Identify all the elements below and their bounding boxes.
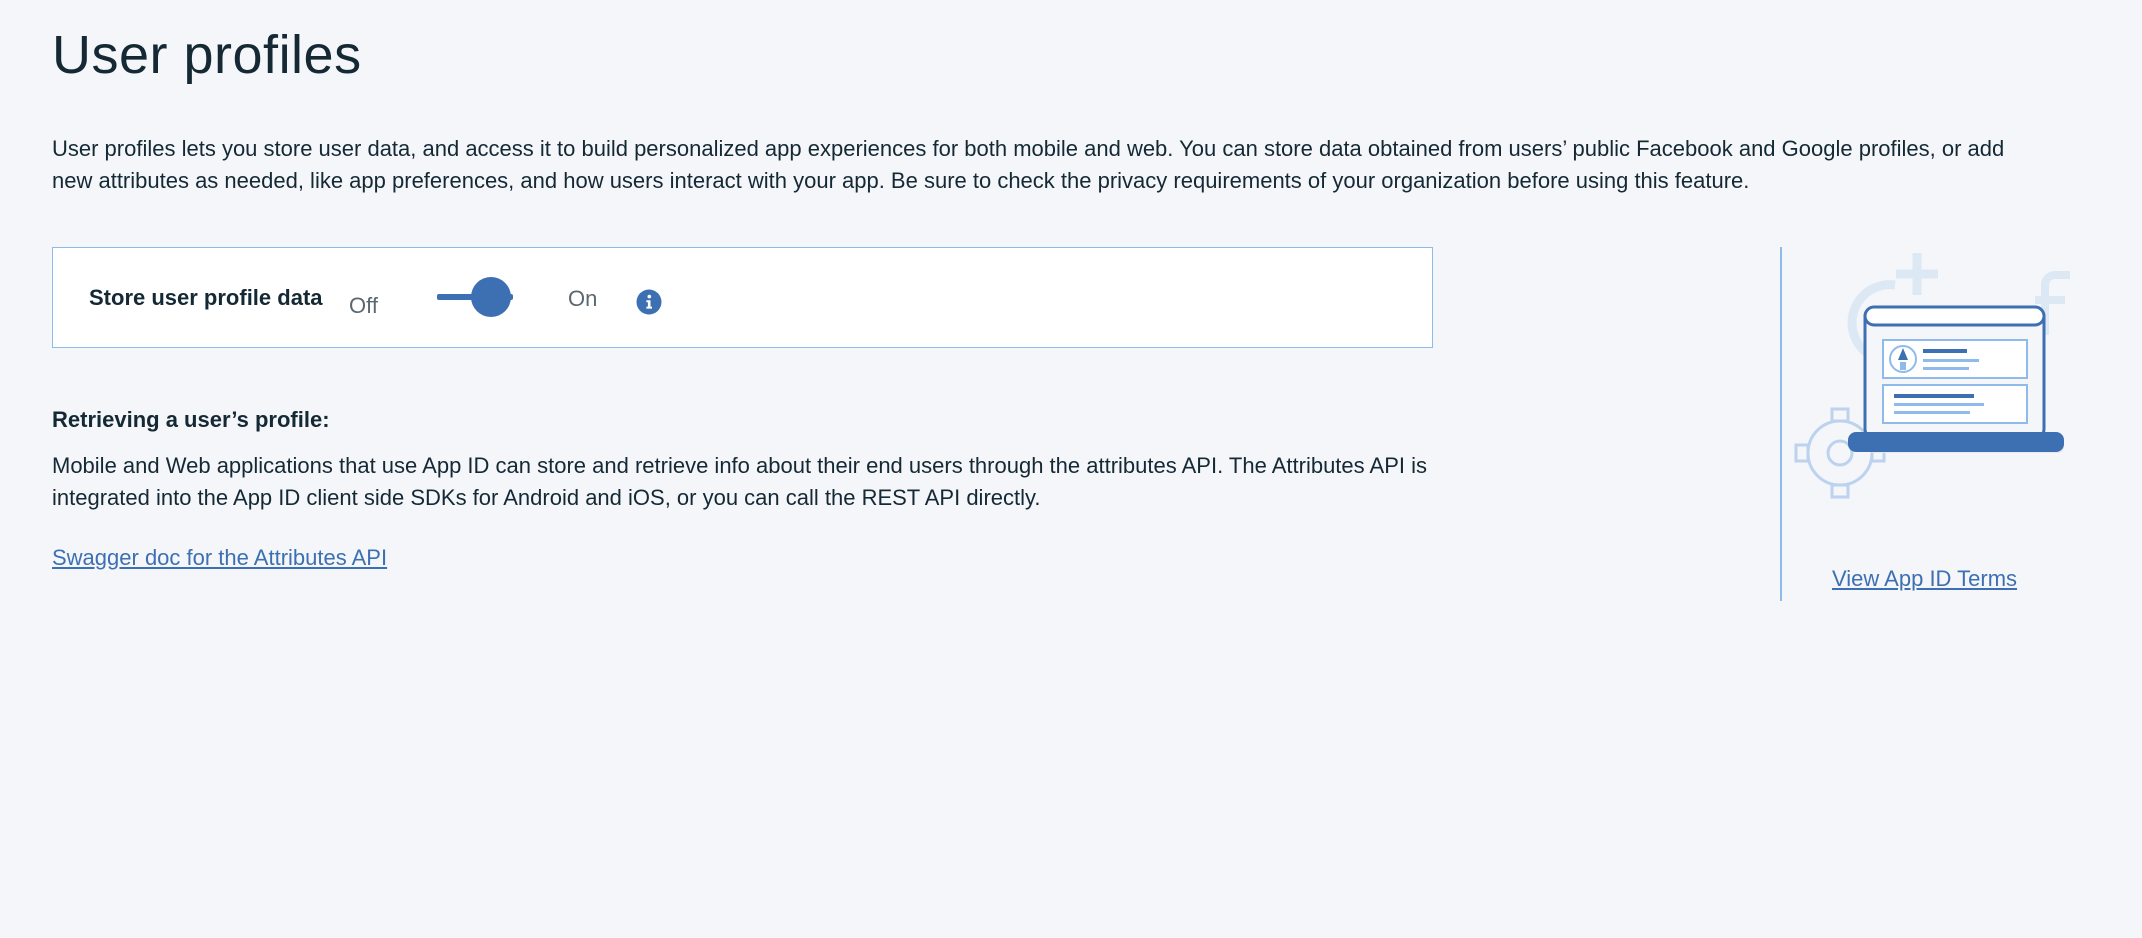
page-intro: User profiles lets you store user data, … — [52, 136, 2005, 193]
store-profile-data-label: Store user profile data — [89, 285, 323, 310]
view-app-id-terms-link[interactable]: View App ID Terms — [1832, 566, 2017, 592]
sidebar-divider — [1780, 247, 1782, 601]
store-profile-data-card: Store user profile data Off On — [52, 247, 1433, 348]
retrieving-profile-heading: Retrieving a user’s profile: — [52, 407, 330, 432]
user-profiles-page: User profiles User profiles lets you sto… — [0, 0, 2142, 938]
info-icon[interactable] — [636, 289, 662, 315]
toggle-on-label: On — [568, 286, 598, 311]
toggle-off-label: Off — [349, 293, 378, 318]
page-title: User profiles — [52, 25, 362, 85]
laptop-profile-illustration — [1790, 245, 2080, 505]
laptop-illustration-icon — [1794, 253, 2070, 499]
toggle-knob[interactable] — [471, 277, 511, 317]
retrieving-profile-description: Mobile and Web applications that use App… — [52, 453, 1428, 510]
swagger-doc-link[interactable]: Swagger doc for the Attributes API — [52, 545, 387, 571]
store-profile-data-toggle[interactable] — [435, 276, 515, 318]
